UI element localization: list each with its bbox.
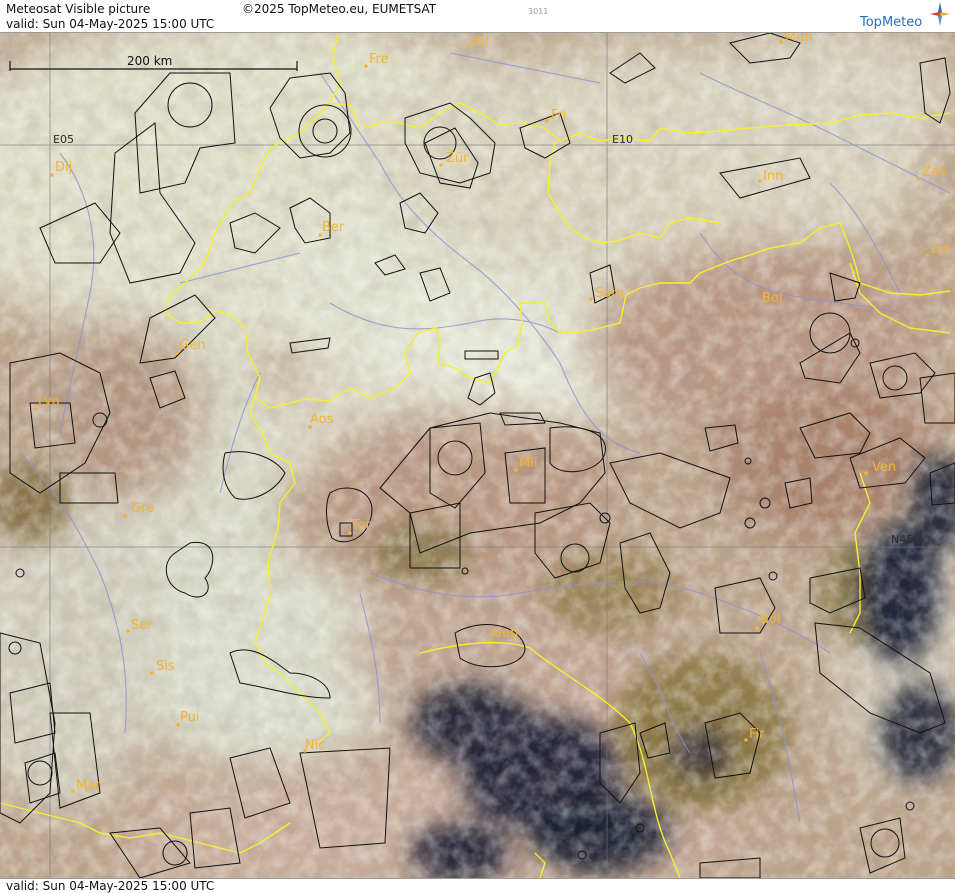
city-label: Lie (931, 242, 950, 257)
city-label: Lyo (38, 394, 60, 409)
terrain-texture (0, 33, 955, 878)
city-label: Mil (519, 456, 537, 471)
city-label: Gre (131, 501, 154, 516)
city-label: Nic (305, 738, 325, 753)
city-label: Gen (492, 626, 518, 641)
map-canvas: 200 km E05 E10 N45 Kil Mun Fre Fri Dij Z… (0, 33, 955, 878)
image-code: 3011 (528, 7, 549, 16)
city-label: Fir (749, 727, 765, 742)
city-label: Ven (872, 460, 896, 475)
grid-label-n45: N45 (891, 533, 913, 546)
city-label: Fri (551, 108, 567, 123)
city-label: Sam (595, 286, 624, 301)
city-label: Gen (179, 338, 205, 353)
city-label: Dij (55, 160, 72, 175)
footer-bar: valid: Sun 04-May-2025 15:00 UTC (0, 878, 955, 893)
grid-label-e05: E05 (53, 133, 74, 146)
copyright-text: ©2025 TopMeteo.eu, EUMETSAT (242, 2, 437, 16)
city-label: ZaS (922, 165, 947, 180)
scale-label: 200 km (127, 54, 172, 68)
city-label: Bol (762, 291, 782, 306)
valid-time-top: valid: Sun 04-May-2025 15:00 UTC (6, 17, 215, 31)
logo-text: TopMeteo (860, 15, 923, 30)
grid-label-e10: E10 (612, 133, 633, 146)
header-bar: Meteosat Visible picture ©2025 TopMeteo.… (0, 0, 955, 33)
city-label: Mar (76, 778, 101, 793)
satellite-map[interactable]: 200 km E05 E10 N45 Kil Mun Fre Fri Dij Z… (0, 33, 955, 878)
city-label: Kil (473, 34, 489, 49)
city-label: Fre (369, 52, 389, 67)
city-label: Pui (180, 710, 199, 725)
city-label: Sis (156, 659, 175, 674)
map-title: Meteosat Visible picture (6, 2, 151, 16)
weather-map-viewer: Meteosat Visible picture ©2025 TopMeteo.… (0, 0, 955, 893)
valid-time-bottom: valid: Sun 04-May-2025 15:00 UTC (6, 879, 215, 893)
city-label: Tor (351, 518, 372, 533)
compass-star-icon (930, 2, 950, 26)
city-label: Mun (785, 33, 813, 45)
city-label: Ber (322, 220, 345, 235)
city-label: Aos (310, 412, 334, 427)
city-label: Zür (446, 151, 469, 166)
city-label: Ser (131, 618, 153, 633)
topmeteo-logo: TopMeteo (860, 2, 952, 30)
city-label: Inn (763, 169, 783, 184)
city-label: Bol (760, 612, 780, 627)
